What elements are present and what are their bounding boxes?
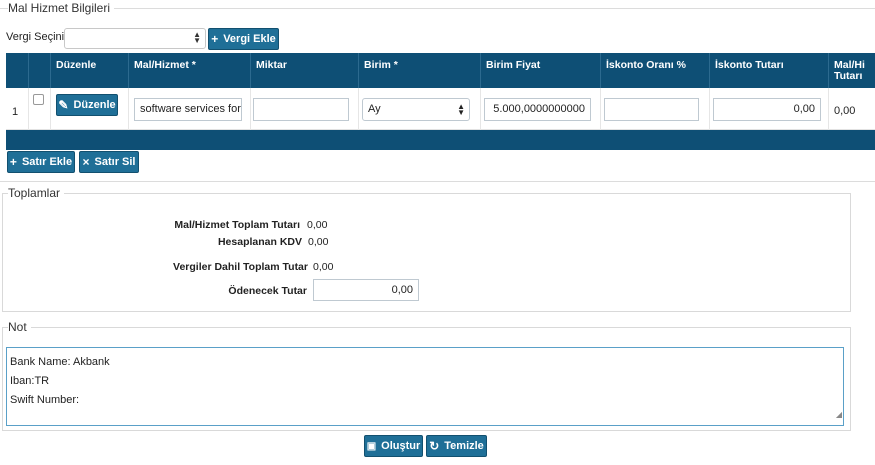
odenecek-label: Ödenecek Tutar	[228, 285, 307, 297]
th-miktar: Miktar	[250, 53, 358, 88]
temizle-label: Temizle	[444, 440, 484, 452]
th-mal-hizmet: Mal/Hizmet *	[128, 53, 250, 88]
section-title: Mal Hizmet Bilgileri	[8, 1, 115, 15]
temizle-button[interactable]: ↻ Temizle	[426, 435, 487, 457]
hesaplanan-kdv-label: Hesaplanan KDV	[217, 236, 302, 248]
satir-sil-label: Satır Sil	[94, 156, 136, 168]
satir-ekle-button[interactable]: + Satır Ekle	[7, 151, 75, 173]
vergi-ekle-label: Vergi Ekle	[223, 33, 276, 45]
row-birim-fiyat-cell: 5.000,0000000000	[480, 88, 600, 130]
refresh-icon: ↻	[429, 439, 440, 453]
vergi-select[interactable]: ▲ ▼	[64, 28, 206, 49]
birim-select[interactable]: Ay ▲ ▼	[362, 98, 470, 121]
plus-icon: +	[211, 32, 219, 46]
olustur-label: Oluştur	[381, 440, 421, 452]
miktar-input[interactable]	[253, 98, 349, 121]
save-icon: ▣	[366, 440, 377, 452]
satir-ekle-label: Satır Ekle	[21, 156, 73, 168]
birim-value: Ay	[368, 103, 381, 115]
note-line: Bank Name: Akbank	[10, 356, 110, 368]
row-index-cell: 1	[6, 88, 28, 130]
table-row: 1 ✎ Düzenle software services for J Ay ▲…	[6, 88, 875, 130]
note-line: Iban:TR	[10, 375, 50, 387]
mal-hizmet-toplam-value: 0,00	[307, 219, 328, 231]
table-footer	[6, 130, 875, 150]
mal-hizmet-input[interactable]: software services for J	[134, 98, 242, 121]
section-divider	[0, 8, 875, 9]
odenecek-input[interactable]: 0,00	[313, 279, 419, 301]
th-iskonto-orani: İskonto Oranı %	[600, 53, 709, 88]
row-tutar: 0,00	[834, 105, 856, 117]
select-arrows-icon: ▲ ▼	[193, 30, 201, 45]
table-header: Düzenle Mal/Hizmet * Miktar Birim * Biri…	[6, 53, 875, 88]
note-textarea[interactable]: Bank Name: Akbank Iban:TR Swift Number: …	[6, 347, 844, 426]
th-iskonto-tutari: İskonto Tutarı	[709, 53, 828, 88]
birim-fiyat-input[interactable]: 5.000,0000000000	[484, 98, 591, 121]
iskonto-tutari-input[interactable]: 0,00	[713, 98, 821, 121]
th-birim: Birim *	[358, 53, 480, 88]
row-iskonto-orani-cell	[600, 88, 709, 130]
row-iskonto-tutari-cell: 0,00	[709, 88, 828, 130]
totals-box	[2, 193, 851, 312]
row-checkbox[interactable]	[33, 94, 44, 105]
close-icon: ×	[82, 155, 90, 169]
row-birim-cell: Ay ▲ ▼	[358, 88, 480, 130]
th-tutar: Mal/Hi Tutarı	[828, 53, 875, 88]
plus-icon: +	[9, 155, 17, 169]
vergi-ekle-button[interactable]: + Vergi Ekle	[208, 28, 279, 50]
th-check	[28, 53, 50, 88]
olustur-button[interactable]: ▣ Oluştur	[364, 435, 423, 457]
select-arrows-icon: ▲ ▼	[457, 102, 465, 117]
row-miktar-cell	[250, 88, 358, 130]
th-index	[6, 53, 28, 88]
pencil-icon: ✎	[58, 98, 69, 112]
th-duzenle: Düzenle	[50, 53, 128, 88]
row-tutar-cell: 0,00	[828, 88, 875, 130]
totals-title: Toplamlar	[8, 186, 65, 200]
mal-hizmet-toplam-label: Mal/Hizmet Toplam Tutarı	[174, 219, 300, 231]
note-line: Swift Number:	[10, 394, 80, 406]
row-mal-hizmet-cell: software services for J	[128, 88, 250, 130]
row-duzenle-label: Düzenle	[73, 99, 116, 111]
row-edit-cell: ✎ Düzenle	[50, 88, 128, 130]
note-title: Not	[8, 320, 31, 334]
resize-handle-icon[interactable]: ◢	[836, 405, 842, 424]
iskonto-orani-input[interactable]	[604, 98, 699, 121]
row-duzenle-button[interactable]: ✎ Düzenle	[56, 94, 118, 116]
row-check-cell	[28, 88, 50, 130]
hesaplanan-kdv-value: 0,00	[308, 236, 329, 248]
vergi-label: Vergi Seçiniz:	[6, 31, 73, 43]
row-index: 1	[12, 106, 19, 118]
vergiler-dahil-label: Vergiler Dahil Toplam Tutar	[173, 261, 308, 273]
divider	[0, 181, 875, 182]
th-birim-fiyat: Birim Fiyat	[480, 53, 600, 88]
satir-sil-button[interactable]: × Satır Sil	[79, 151, 139, 173]
vergiler-dahil-value: 0,00	[313, 261, 334, 273]
